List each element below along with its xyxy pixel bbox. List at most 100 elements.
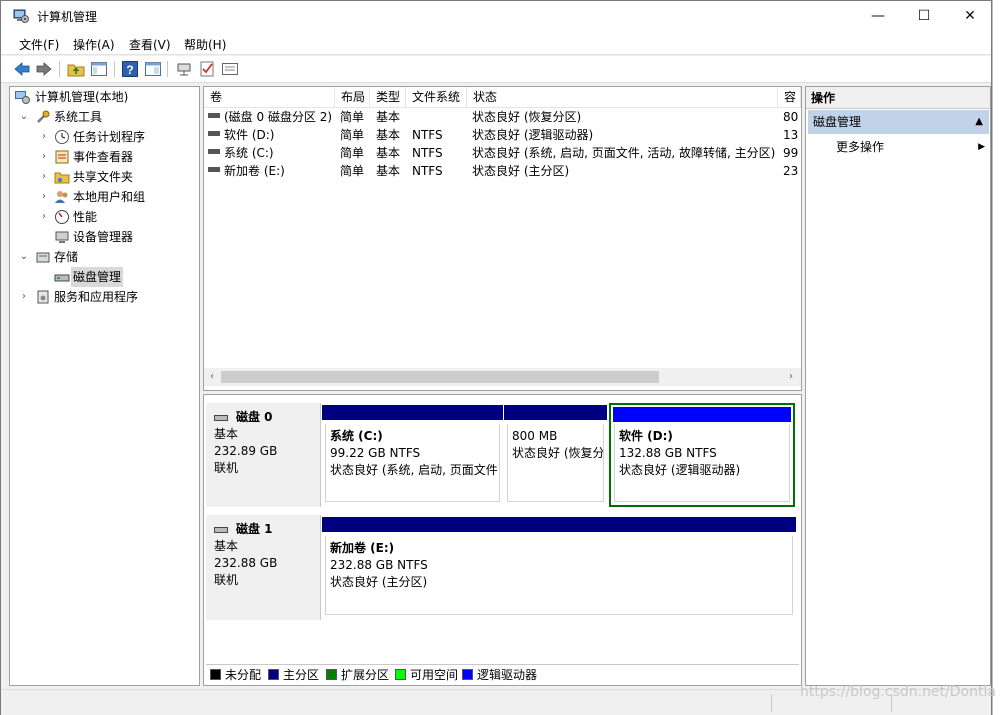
table-row[interactable]: 新加卷 (E:) 简单 基本 NTFS 状态良好 (主分区) 23 (204, 162, 801, 180)
logical-drive-bar (613, 407, 791, 422)
maximize-button[interactable]: ☐ (901, 1, 947, 31)
chevron-right-icon[interactable]: › (38, 187, 50, 207)
partition-body: 系统 (C:) 99.22 GB NTFS 状态良好 (系统, 启动, 页面文件 (325, 424, 500, 502)
volume-fs: NTFS (412, 164, 443, 178)
tree-item-shared-folders[interactable]: › 共享文件夹 (14, 167, 199, 187)
tree-item-system-tools[interactable]: ⌄ 系统工具 (14, 107, 199, 127)
tree-item-device-manager[interactable]: 设备管理器 (14, 227, 199, 247)
volume-layout: 简单 (340, 128, 365, 142)
volume-icon (208, 131, 220, 136)
tree-item-task-scheduler[interactable]: › 任务计划程序 (14, 127, 199, 147)
minimize-button[interactable]: — (855, 1, 901, 31)
tree-item-services[interactable]: › 服务和应用程序 (14, 287, 199, 307)
disk-name: 磁盘 1 (214, 521, 312, 538)
computer-management-window: 计算机管理 — ☐ ✕ 文件(F) 操作(A) 查看(V) 帮助(H) ? 计算… (0, 0, 992, 715)
partition-size: 232.88 GB NTFS (330, 558, 428, 572)
background-window-edge (992, 0, 1000, 715)
back-icon[interactable] (13, 60, 31, 78)
menu-action[interactable]: 操作(A) (73, 36, 115, 53)
collapse-up-icon[interactable]: ▲ (975, 110, 983, 134)
partition-body: 新加卷 (E:) 232.88 GB NTFS 状态良好 (主分区) (325, 536, 793, 615)
submenu-arrow-icon: ▶ (978, 142, 985, 152)
navigation-tree: 计算机管理(本地) ⌄ 系统工具 › 任务计划程序 › 事件查看器 › 共享文件… (9, 86, 200, 686)
chevron-right-icon[interactable]: › (38, 147, 50, 167)
menu-file[interactable]: 文件(F) (19, 36, 59, 53)
partition-status: 状态良好 (逻辑驱动器) (619, 463, 741, 477)
volume-status: 状态良好 (逻辑驱动器) (472, 128, 594, 142)
disk-info[interactable]: 磁盘 1 基本 232.88 GB 联机 (206, 515, 321, 620)
disk-size: 232.89 GB (214, 444, 278, 458)
disk-layout-pane: 磁盘 0 基本 232.89 GB 联机 系统 (C:) 99.22 GB NT… (203, 394, 802, 686)
chevron-right-icon[interactable]: › (38, 127, 50, 147)
chevron-right-icon[interactable]: › (38, 167, 50, 187)
volume-capacity: 99 (783, 146, 799, 160)
partition-legend: 未分配 主分区 扩展分区 可用空间 逻辑驱动器 (206, 664, 799, 684)
more-actions-item[interactable]: 更多操作 ▶ (836, 137, 991, 157)
column-header-filesystem[interactable]: 文件系统 (406, 87, 467, 108)
computer-management-icon (13, 9, 29, 23)
column-header-capacity[interactable]: 容 (778, 87, 801, 108)
forward-icon[interactable] (35, 60, 53, 78)
toolbar-separator (59, 61, 60, 77)
partition-size: 800 MB (512, 429, 558, 443)
disk-row[interactable]: 磁盘 0 基本 232.89 GB 联机 系统 (C:) 99.22 GB NT… (204, 403, 801, 507)
partition-e[interactable]: 新加卷 (E:) 232.88 GB NTFS 状态良好 (主分区) (322, 517, 796, 618)
partition-status: 状态良好 (恢复分 (512, 446, 604, 460)
menu-help[interactable]: 帮助(H) (184, 36, 226, 53)
device-manager-icon (55, 231, 69, 243)
tree-item-root[interactable]: 计算机管理(本地) (14, 87, 199, 107)
disk-info[interactable]: 磁盘 0 基本 232.89 GB 联机 (206, 403, 321, 507)
computer-management-icon (15, 91, 30, 104)
up-folder-icon[interactable] (67, 60, 85, 78)
scroll-left-icon[interactable]: ‹ (204, 368, 220, 386)
table-row[interactable]: 系统 (C:) 简单 基本 NTFS 状态良好 (系统, 启动, 页面文件, 活… (204, 144, 801, 162)
chevron-down-icon[interactable]: ⌄ (18, 107, 30, 127)
event-viewer-icon (55, 150, 69, 164)
partition-d-selected[interactable]: 软件 (D:) 132.88 GB NTFS 状态良好 (逻辑驱动器) (609, 403, 795, 507)
partition-title: 软件 (D:) (619, 429, 673, 443)
partition-status: 状态良好 (系统, 启动, 页面文件 (330, 463, 498, 477)
help-icon[interactable]: ? (121, 60, 139, 78)
partition-recovery[interactable]: 800 MB 状态良好 (恢复分 (504, 405, 607, 505)
tree-item-event-viewer[interactable]: › 事件查看器 (14, 147, 199, 167)
title-bar[interactable]: 计算机管理 — ☐ ✕ (1, 1, 991, 31)
volume-capacity: 13 (783, 128, 799, 142)
disk-icon (54, 274, 70, 282)
close-button[interactable]: ✕ (947, 1, 993, 31)
tree-item-disk-management[interactable]: 磁盘管理 (14, 267, 199, 287)
actions-section-disk-management[interactable]: 磁盘管理 ▲ (808, 110, 989, 134)
column-header-layout[interactable]: 布局 (335, 87, 370, 108)
chevron-down-icon[interactable]: ⌄ (18, 247, 30, 267)
scroll-thumb[interactable] (221, 371, 659, 383)
column-header-type[interactable]: 类型 (370, 87, 406, 108)
tree-item-storage[interactable]: ⌄ 存储 (14, 247, 199, 267)
volume-type: 基本 (376, 128, 401, 142)
tree-label: 计算机管理(本地) (35, 90, 129, 104)
tree-label: 服务和应用程序 (54, 290, 139, 304)
menu-view[interactable]: 查看(V) (129, 36, 171, 53)
properties-pane-icon[interactable] (144, 60, 162, 78)
show-hide-tree-icon[interactable] (90, 60, 108, 78)
volume-icon (208, 113, 220, 118)
chevron-right-icon[interactable]: › (38, 207, 50, 227)
column-header-volume[interactable]: 卷 (204, 87, 335, 108)
watermark-text: https://blog.csdn.net/Dontla (800, 684, 996, 700)
partition-status: 状态良好 (主分区) (330, 575, 428, 589)
disk-row[interactable]: 磁盘 1 基本 232.88 GB 联机 新加卷 (E:) 232.88 GB … (204, 515, 801, 620)
status-separator (771, 694, 772, 712)
partition-body: 软件 (D:) 132.88 GB NTFS 状态良好 (逻辑驱动器) (614, 424, 790, 502)
table-row[interactable]: 软件 (D:) 简单 基本 NTFS 状态良好 (逻辑驱动器) 13 (204, 126, 801, 144)
table-row[interactable]: (磁盘 0 磁盘分区 2) 简单 基本 状态良好 (恢复分区) 80 (204, 108, 801, 126)
chevron-right-icon[interactable]: › (18, 287, 30, 307)
tree-item-local-users[interactable]: › 本地用户和组 (14, 187, 199, 207)
horizontal-scrollbar[interactable]: ‹ › (204, 368, 801, 386)
checklist-icon[interactable] (198, 60, 216, 78)
partition-c[interactable]: 系统 (C:) 99.22 GB NTFS 状态良好 (系统, 启动, 页面文件 (322, 405, 503, 505)
primary-partition-bar (504, 405, 607, 420)
connect-icon[interactable] (175, 60, 193, 78)
list-view-icon[interactable] (221, 60, 239, 78)
column-header-status[interactable]: 状态 (467, 87, 778, 108)
tree-label: 事件查看器 (73, 150, 134, 164)
tree-item-performance[interactable]: › 性能 (14, 207, 199, 227)
scroll-right-icon[interactable]: › (783, 368, 799, 386)
